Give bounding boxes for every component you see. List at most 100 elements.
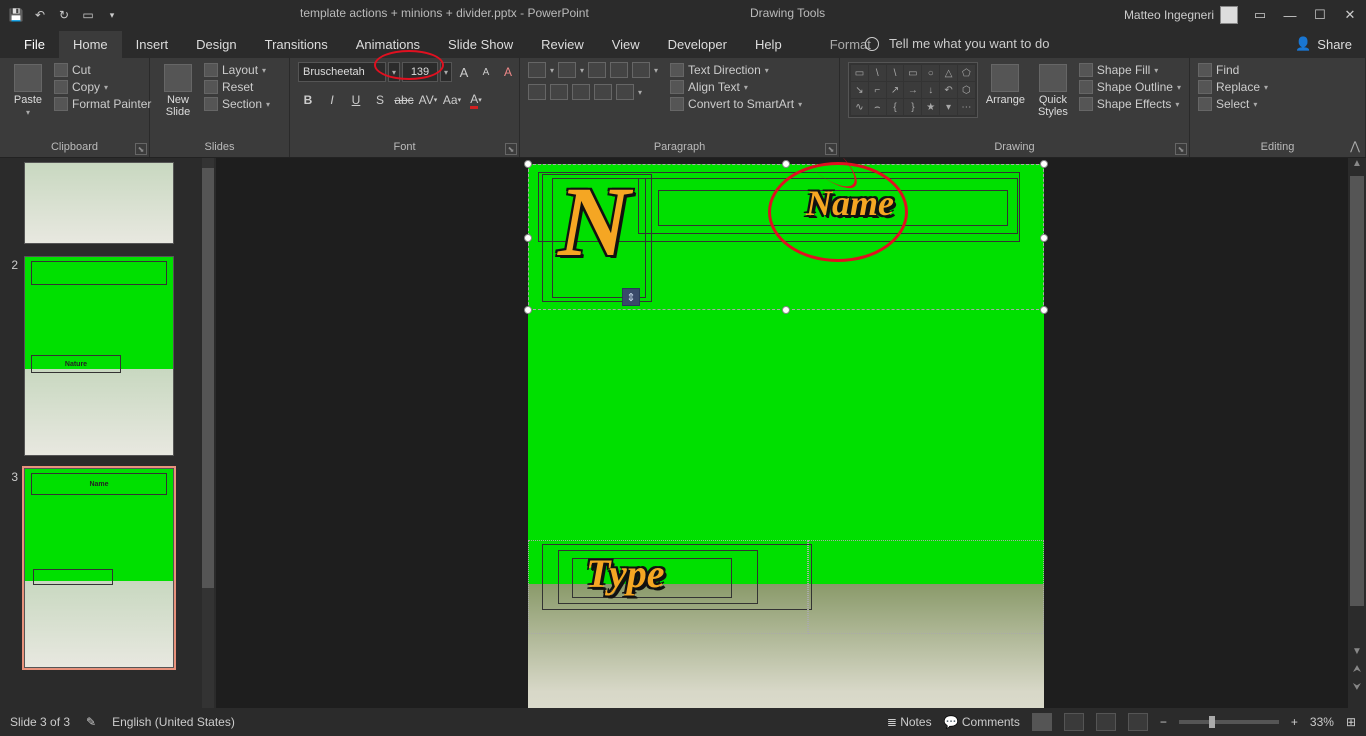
align-text-button[interactable]: Align Text▾	[670, 79, 802, 95]
slideshow-view-button[interactable]	[1128, 713, 1148, 731]
shadow-button[interactable]: S	[370, 90, 390, 110]
justify-button[interactable]	[594, 84, 612, 100]
clear-formatting-button[interactable]: A	[498, 62, 518, 82]
font-color-button[interactable]: A▾	[466, 90, 486, 110]
tab-developer[interactable]: Developer	[654, 31, 741, 58]
grow-font-button[interactable]: A	[454, 62, 474, 82]
ribbon-display-icon[interactable]: ▭	[1252, 7, 1268, 23]
handle-se[interactable]	[1040, 306, 1048, 314]
scroll-down-icon[interactable]: ▼	[1348, 646, 1366, 662]
decrease-indent-button[interactable]	[588, 62, 606, 78]
italic-button[interactable]: I	[322, 90, 342, 110]
thumbnail-3[interactable]: 3 Name	[6, 468, 194, 668]
slide-indicator[interactable]: Slide 3 of 3	[10, 715, 70, 729]
handle-w[interactable]	[524, 234, 532, 242]
normal-view-button[interactable]	[1032, 713, 1052, 731]
section-button[interactable]: Section▾	[204, 96, 270, 112]
shape-outline-button[interactable]: Shape Outline▾	[1079, 79, 1181, 95]
convert-smartart-button[interactable]: Convert to SmartArt▾	[670, 96, 802, 112]
next-slide-icon[interactable]: ⮟	[1348, 682, 1366, 698]
paste-button[interactable]: Paste ▾	[8, 62, 48, 119]
copy-button[interactable]: Copy▾	[54, 79, 151, 95]
fit-to-window-button[interactable]: ⊞	[1346, 715, 1356, 729]
redo-icon[interactable]: ↻	[56, 7, 72, 23]
shape-effects-button[interactable]: Shape Effects▾	[1079, 96, 1181, 112]
share-button[interactable]: 👤 Share	[1295, 36, 1352, 52]
scroll-up-icon[interactable]: ▲	[1348, 158, 1366, 174]
clipboard-launcher[interactable]: ⬊	[135, 143, 147, 155]
shapes-gallery[interactable]: ▭\\▭○△⬠ ↘⌐↗→↓↶⬡ ∿⌢{}★▾⋯	[848, 62, 978, 118]
shape-fill-button[interactable]: Shape Fill▾	[1079, 62, 1181, 78]
tab-insert[interactable]: Insert	[122, 31, 183, 58]
char-spacing-button[interactable]: AV▾	[418, 90, 438, 110]
zoom-level[interactable]: 33%	[1310, 715, 1334, 729]
tab-file[interactable]: File	[10, 31, 59, 58]
tab-help[interactable]: Help	[741, 31, 796, 58]
layout-button[interactable]: Layout▾	[204, 62, 270, 78]
comments-button[interactable]: 💬 Comments	[944, 715, 1020, 729]
tab-design[interactable]: Design	[182, 31, 250, 58]
find-button[interactable]: Find	[1198, 62, 1268, 78]
increase-indent-button[interactable]	[610, 62, 628, 78]
qat-more-icon[interactable]: ▾	[104, 7, 120, 23]
canvas-vertical-scrollbar[interactable]: ▲ ▼ ⮝ ⮟	[1348, 158, 1366, 708]
new-slide-button[interactable]: New Slide	[158, 62, 198, 120]
save-icon[interactable]: 💾	[8, 7, 24, 23]
strikethrough-button[interactable]: abc	[394, 90, 414, 110]
maximize-icon[interactable]: ☐	[1312, 7, 1328, 23]
zoom-slider[interactable]	[1179, 720, 1279, 724]
notes-button[interactable]: ≣ Notes	[887, 715, 932, 729]
arrange-button[interactable]: Arrange	[984, 62, 1027, 108]
tab-view[interactable]: View	[598, 31, 654, 58]
align-center-button[interactable]	[550, 84, 568, 100]
tab-transitions[interactable]: Transitions	[251, 31, 342, 58]
change-case-button[interactable]: Aa▾	[442, 90, 462, 110]
align-right-button[interactable]	[572, 84, 590, 100]
font-launcher[interactable]: ⬊	[505, 143, 517, 155]
bullets-button[interactable]	[528, 62, 546, 78]
zoom-in-button[interactable]: +	[1291, 715, 1298, 729]
handle-ne[interactable]	[1040, 160, 1048, 168]
undo-icon[interactable]: ↶	[32, 7, 48, 23]
cut-button[interactable]: Cut	[54, 62, 151, 78]
language-indicator[interactable]: English (United States)	[112, 715, 235, 729]
select-button[interactable]: Select▾	[1198, 96, 1268, 112]
prev-slide-icon[interactable]: ⮝	[1348, 664, 1366, 680]
handle-n[interactable]	[782, 160, 790, 168]
reading-view-button[interactable]	[1096, 713, 1116, 731]
handle-nw[interactable]	[524, 160, 532, 168]
replace-button[interactable]: Replace▾	[1198, 79, 1268, 95]
thumbnail-1[interactable]	[6, 162, 194, 244]
handle-sw[interactable]	[524, 306, 532, 314]
handle-e[interactable]	[1040, 234, 1048, 242]
shrink-font-button[interactable]: A	[476, 62, 496, 82]
close-icon[interactable]: ✕	[1342, 7, 1358, 23]
tell-me[interactable]: Tell me what you want to do	[865, 36, 1049, 51]
font-name-input[interactable]: Bruscheetah	[298, 62, 386, 82]
drawing-launcher[interactable]: ⬊	[1175, 143, 1187, 155]
sorter-view-button[interactable]	[1064, 713, 1084, 731]
user-account[interactable]: Matteo Ingegneri	[1124, 6, 1238, 24]
columns-button[interactable]	[616, 84, 634, 100]
format-painter-button[interactable]: Format Painter	[54, 96, 151, 112]
handle-s[interactable]	[782, 306, 790, 314]
tab-home[interactable]: Home	[59, 31, 122, 58]
minimize-icon[interactable]: —	[1282, 8, 1298, 23]
line-spacing-button[interactable]	[632, 62, 650, 78]
tab-slideshow[interactable]: Slide Show	[434, 31, 527, 58]
slide-canvas[interactable]: Name N ⇕ Type	[216, 158, 1366, 708]
thumbnails-scrollbar[interactable]	[200, 158, 216, 708]
zoom-out-button[interactable]: −	[1160, 715, 1167, 729]
quick-styles-button[interactable]: Quick Styles	[1033, 62, 1073, 120]
collapse-ribbon-icon[interactable]: ⋀	[1350, 139, 1360, 153]
numbering-button[interactable]	[558, 62, 576, 78]
align-left-button[interactable]	[528, 84, 546, 100]
underline-button[interactable]: U	[346, 90, 366, 110]
tab-review[interactable]: Review	[527, 31, 598, 58]
reset-button[interactable]: Reset	[204, 79, 270, 95]
start-from-beginning-icon[interactable]: ▭	[80, 7, 96, 23]
paragraph-launcher[interactable]: ⬊	[825, 143, 837, 155]
thumbnail-2[interactable]: 2 Nature	[6, 256, 194, 456]
text-direction-button[interactable]: Text Direction▾	[670, 62, 802, 78]
spellcheck-icon[interactable]: ✎	[86, 715, 96, 729]
